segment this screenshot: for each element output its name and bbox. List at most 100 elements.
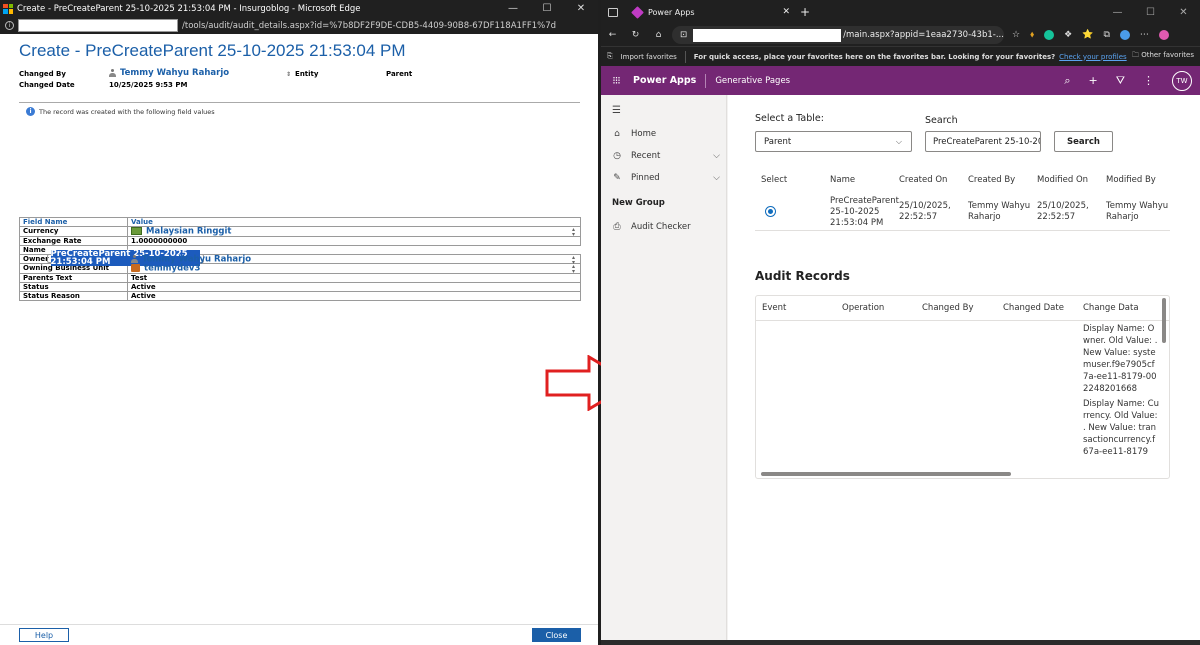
nav-recent[interactable]: ◷ Recent ⌵	[612, 151, 720, 161]
pin-icon: ✎	[613, 173, 621, 183]
audit-header-changed-date: Changed Date	[1003, 303, 1064, 313]
expand-icon[interactable]: ▴ ▾	[572, 227, 575, 238]
address-bar[interactable]: ⊡ /main.aspx?appid=1eaa2730-43b1-...	[672, 26, 1004, 44]
business-unit-link[interactable]: temmydev3 ▴ ▾	[127, 263, 581, 275]
row-value: Active	[127, 281, 581, 292]
grid-header-created-by: Created By	[968, 175, 1016, 185]
powerapps-window: Power Apps ✕ + — ☐ ✕ ← ↻ ⌂ ⊡ /main.aspx?…	[601, 0, 1200, 645]
table-row: Name PreCreateParent 25-10-2025 21:53:04…	[19, 244, 581, 266]
more-vertical-icon[interactable]: ⋮	[1143, 74, 1154, 87]
new-tab-icon[interactable]: +	[800, 5, 810, 19]
fav-separator	[684, 50, 686, 63]
tab-actions-icon[interactable]	[608, 7, 618, 17]
row-field: Status Reason	[19, 290, 128, 301]
microsoft-logo-icon	[3, 3, 13, 14]
horizontal-scrollbar[interactable]	[761, 472, 1011, 476]
info-icon: i	[26, 107, 35, 116]
table-select[interactable]: Parent ⌵	[755, 131, 912, 152]
close-window-icon[interactable]: ✕	[564, 0, 598, 17]
copilot-icon[interactable]: ❖	[1064, 30, 1072, 40]
row-value: Active	[127, 290, 581, 301]
check-profiles-link[interactable]: Check your profiles	[1059, 53, 1126, 61]
audit-checker-page: Select a Table: Parent ⌵ Search PreCreat…	[728, 95, 1200, 640]
filter-icon[interactable]: ⛛	[1116, 74, 1125, 88]
owner-link[interactable]: Temmy Wahyu Raharjo ▴ ▾	[127, 253, 581, 265]
changed-by-value[interactable]: Temmy Wahyu Raharjo	[109, 68, 286, 78]
nav-pinned[interactable]: ✎ Pinned ⌵	[612, 173, 720, 183]
help-button[interactable]: Help	[19, 628, 69, 642]
window-bottom-edge	[601, 640, 1200, 645]
grid-cell-created-on: 25/10/2025, 22:52:57	[899, 201, 951, 222]
grid-header-created-on: Created On	[899, 175, 948, 185]
close-button[interactable]: Close	[532, 628, 581, 642]
field-values-table: Field Name Value Currency Malaysian Ring…	[19, 217, 581, 301]
favorites-icon[interactable]: ⭐	[1082, 30, 1093, 40]
back-icon[interactable]: ←	[601, 30, 624, 40]
powerapps-header: ⁝⁝⁝ Power Apps Generative Pages ⌕ + ⛛ ⋮ …	[601, 66, 1200, 95]
fav-message: For quick access, place your favorites h…	[693, 52, 1056, 61]
app-name[interactable]: Power Apps	[633, 75, 696, 86]
add-icon[interactable]: +	[1089, 74, 1098, 87]
grid-cell-modified-on: 25/10/2025, 22:52:57	[1037, 201, 1089, 222]
user-icon	[109, 69, 116, 77]
audit-heading: Create - PreCreateParent 25-10-2025 21:5…	[19, 41, 406, 60]
search-icon[interactable]: ⌕	[1064, 74, 1070, 88]
extension-icon[interactable]: ⬧	[1030, 30, 1034, 40]
changed-by-label: Changed By	[19, 70, 66, 78]
chevron-down-icon: ⌵	[713, 173, 720, 183]
close-window-icon[interactable]: ✕	[1167, 4, 1200, 21]
app-sub: Generative Pages	[715, 75, 791, 86]
header-actions: ⌕ + ⛛ ⋮ TW	[1064, 70, 1192, 91]
minimize-icon[interactable]: —	[496, 0, 530, 17]
grid-cell-modified-by: Temmy Wahyu Raharjo	[1106, 201, 1169, 222]
browser-tab-strip: Power Apps ✕ + — ☐ ✕	[601, 0, 1200, 24]
search-input[interactable]: PreCreateParent 25-10-20	[925, 131, 1041, 152]
sort-icon: ⇕	[286, 70, 292, 78]
search-button[interactable]: Search	[1054, 131, 1113, 152]
currency-link[interactable]: Malaysian Ringgit ▴ ▾	[127, 226, 581, 238]
app-launcher-icon[interactable]: ⁝⁝⁝	[601, 74, 631, 87]
import-icon: ⎘	[607, 52, 613, 60]
maximize-icon[interactable]: ☐	[1134, 4, 1167, 21]
change-data-cell: Display Name: Owner. Old Value: . New Va…	[1083, 323, 1159, 461]
row-value: 1.0000000000	[127, 235, 581, 246]
power-apps-icon	[631, 5, 644, 19]
minimize-icon[interactable]: —	[1101, 4, 1134, 21]
clock-icon: ◷	[613, 151, 621, 161]
nav-home[interactable]: ⌂ Home	[612, 129, 720, 139]
grammarly-icon[interactable]	[1044, 30, 1055, 40]
table-row: Parents Text Test	[19, 272, 581, 283]
left-title-bar: Create - PreCreateParent 25-10-2025 21:5…	[0, 0, 598, 17]
site-info-icon[interactable]: i	[5, 21, 14, 30]
select-table-label: Select a Table:	[755, 113, 824, 124]
left-address-bar[interactable]: i /tools/audit/audit_details.aspx?id=%7b…	[0, 17, 598, 34]
edge-copilot-icon[interactable]	[1158, 30, 1169, 40]
favorite-star-icon[interactable]: ☆	[1012, 30, 1020, 40]
nav-audit-checker[interactable]: ⎙ Audit Checker	[612, 222, 720, 232]
row-select-radio[interactable]	[765, 206, 776, 217]
change-entry: Display Name: Currency. Old Value: . New…	[1083, 399, 1159, 457]
chevron-down-icon: ⌵	[713, 151, 720, 161]
grid-header-modified-by: Modified By	[1106, 175, 1156, 185]
collections-icon[interactable]: ⧉	[1103, 30, 1109, 40]
hamburger-icon[interactable]: ☰	[612, 105, 621, 116]
vertical-scrollbar[interactable]	[1162, 298, 1166, 343]
profile-icon[interactable]	[1119, 30, 1130, 40]
home-icon: ⌂	[614, 129, 620, 139]
favorites-bar: ⎘ Import favorites For quick access, pla…	[601, 46, 1200, 66]
search-label: Search	[925, 115, 958, 126]
home-icon[interactable]: ⌂	[647, 30, 670, 40]
left-url: /tools/audit/audit_details.aspx?id=%7b8D…	[182, 20, 556, 31]
expand-icon[interactable]: ▴ ▾	[572, 264, 575, 275]
audit-header-changed-by: Changed By	[922, 303, 974, 313]
audit-records-grid: Event Operation Changed By Changed Date …	[755, 295, 1170, 479]
chevron-down-icon: ⌵	[895, 136, 902, 146]
tab-power-apps[interactable]: Power Apps ✕	[628, 0, 798, 24]
other-favorites[interactable]: 🗀 Other favorites	[1132, 51, 1194, 62]
close-tab-icon[interactable]: ✕	[782, 7, 790, 17]
maximize-icon[interactable]: ☐	[530, 0, 564, 17]
more-icon[interactable]: ⋯	[1140, 30, 1149, 40]
refresh-icon[interactable]: ↻	[624, 30, 647, 40]
avatar[interactable]: TW	[1172, 70, 1192, 91]
import-favorites[interactable]: Import favorites	[621, 53, 677, 61]
